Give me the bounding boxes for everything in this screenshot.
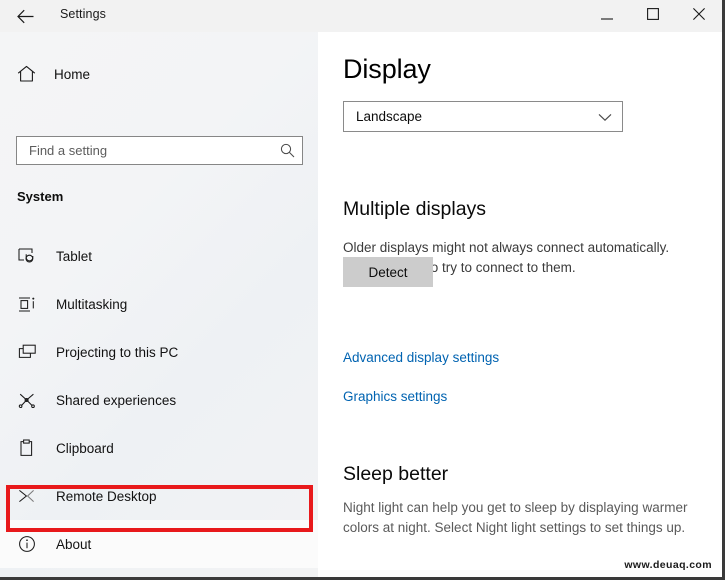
sidebar-item-about[interactable]: About <box>0 520 318 568</box>
chevron-down-icon <box>598 102 612 133</box>
window-title: Settings <box>60 7 106 21</box>
sidebar-item-remote-desktop[interactable]: Remote Desktop <box>0 472 318 520</box>
sidebar-item-label: Remote Desktop <box>56 488 157 504</box>
sidebar: Home System Table <box>0 32 318 577</box>
sidebar-item-label: Multitasking <box>56 296 128 312</box>
display-orientation-value: Landscape <box>356 109 423 124</box>
minimize-button[interactable] <box>584 0 630 32</box>
watermark: www.deuaq.com <box>624 559 712 571</box>
sidebar-item-shared-experiences[interactable]: Shared experiences <box>0 376 318 424</box>
sidebar-nav-list: Tablet Multitasking Projecting to this P… <box>0 232 318 568</box>
projecting-icon <box>16 344 38 361</box>
content-pane: Display Landscape Multiple displays Olde… <box>318 32 722 577</box>
page-title: Display <box>343 54 431 84</box>
back-arrow-icon <box>16 9 34 24</box>
multitasking-icon <box>16 296 38 313</box>
sidebar-item-label: Shared experiences <box>56 392 177 408</box>
sidebar-item-tablet[interactable]: Tablet <box>0 232 318 280</box>
maximize-button[interactable] <box>630 0 676 32</box>
search-input[interactable] <box>17 143 272 158</box>
sidebar-section-header: System <box>17 189 64 204</box>
title-bar: Settings <box>0 0 722 32</box>
sidebar-item-label: About <box>56 536 92 552</box>
sidebar-item-label: Tablet <box>56 248 93 264</box>
graphics-settings-link[interactable]: Graphics settings <box>343 389 447 404</box>
search-icon <box>272 143 302 158</box>
clipboard-icon <box>16 439 38 457</box>
sidebar-item-clipboard[interactable]: Clipboard <box>0 424 318 472</box>
info-icon <box>16 535 38 553</box>
advanced-display-settings-link[interactable]: Advanced display settings <box>343 350 499 365</box>
home-icon <box>14 65 38 83</box>
multiple-displays-heading: Multiple displays <box>343 198 487 220</box>
maximize-icon <box>647 7 659 25</box>
sidebar-item-home[interactable]: Home <box>0 55 318 93</box>
sidebar-item-label: Clipboard <box>56 440 114 456</box>
sleep-better-description: Night light can help you get to sleep by… <box>343 500 688 535</box>
back-button[interactable] <box>8 2 42 30</box>
sidebar-item-multitasking[interactable]: Multitasking <box>0 280 318 328</box>
minimize-icon <box>601 7 613 25</box>
sidebar-item-home-label: Home <box>54 66 91 82</box>
display-orientation-dropdown[interactable]: Landscape <box>343 101 623 132</box>
sidebar-item-label: Projecting to this PC <box>56 344 179 360</box>
settings-window: Settings Home Find a setting System Tabl… <box>0 0 725 580</box>
sleep-better-heading: Sleep better <box>343 463 449 485</box>
shared-experiences-icon <box>16 392 38 409</box>
remote-desktop-icon <box>16 488 38 504</box>
sidebar-item-projecting-to-this-pc[interactable]: Projecting to this PC <box>0 328 318 376</box>
close-button[interactable] <box>676 0 722 32</box>
search-box[interactable] <box>16 136 303 165</box>
detect-button[interactable]: Detect <box>343 257 433 287</box>
window-controls <box>584 0 722 32</box>
close-icon <box>693 7 705 25</box>
tablet-icon <box>16 247 38 265</box>
